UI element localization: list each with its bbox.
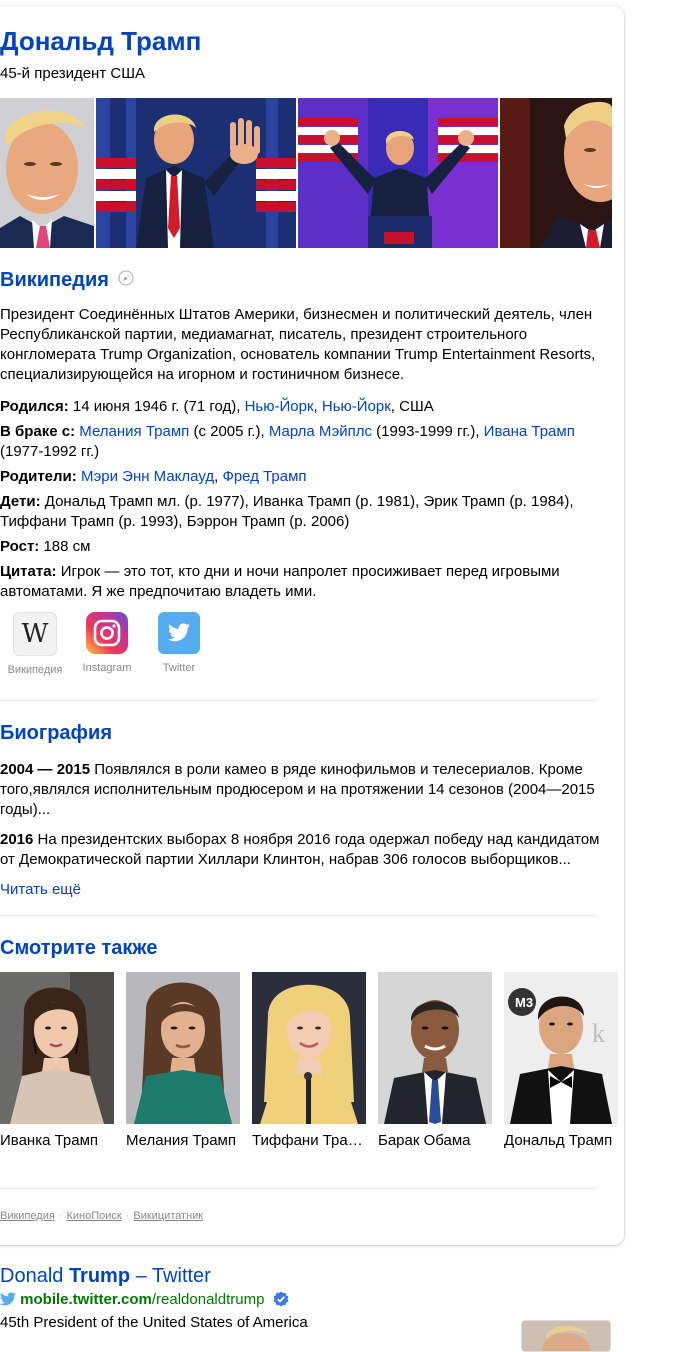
source-link[interactable]: Википедия: [0, 1210, 55, 1222]
social-label: Википедия: [7, 664, 63, 676]
svg-text:k: k: [592, 1019, 605, 1048]
fact-text: 188 см: [39, 538, 91, 555]
fact-label: В браке с:: [0, 423, 76, 440]
wikipedia-icon[interactable]: W: [13, 612, 57, 656]
result-title-text[interactable]: Donald: [0, 1265, 69, 1287]
wikipedia-heading[interactable]: Википедия: [0, 269, 134, 292]
biography-year: 2016: [0, 831, 34, 848]
gallery-photo-waving[interactable]: [96, 98, 296, 248]
result-title-highlight[interactable]: Trump: [69, 1265, 130, 1287]
result-title-text[interactable]: – Twitter: [130, 1265, 211, 1287]
wiki-description: Президент Соединённых Штатов Америки, би…: [0, 306, 596, 383]
link-fred-trump[interactable]: Фред Трамп: [222, 468, 306, 485]
person-name[interactable]: Дональд Трамп: [504, 1132, 618, 1149]
divider: [0, 915, 597, 916]
social-instagram[interactable]: Instagram: [71, 612, 143, 674]
biography-item: 2016 На президентских выборах 8 ноября 2…: [0, 830, 608, 870]
divider: [0, 700, 597, 701]
sources: Википедия · КиноПоиск · Викицитатник: [0, 1210, 203, 1222]
twitter-bird-icon: [0, 1292, 17, 1310]
see-also-heading: Смотрите также: [0, 937, 158, 959]
fact-label: Родители:: [0, 468, 77, 485]
result-title[interactable]: Donald Trump – Twitter: [0, 1265, 211, 1288]
biography-year: 2004 — 2015: [0, 761, 91, 778]
twitter-icon[interactable]: [158, 612, 200, 654]
photo-gallery[interactable]: [0, 98, 612, 248]
wikipedia-heading-label[interactable]: Википедия: [0, 269, 109, 291]
biography-text: Появлялся в роли камео в ряде кинофильмо…: [0, 761, 595, 818]
person-name[interactable]: Иванка Трамп: [0, 1132, 114, 1149]
result-thumbnail[interactable]: [521, 1320, 611, 1352]
fact-spouse: В браке с: Мелания Трамп (с 2005 г.), Ма…: [0, 422, 608, 462]
biography-item: 2004 — 2015 Появлялся в роли камео в ряд…: [0, 760, 608, 820]
link-marla-maples[interactable]: Марла Мэйплс: [269, 423, 372, 440]
person-photo[interactable]: M3 k: [504, 972, 618, 1124]
gallery-photo-closeup[interactable]: [500, 98, 612, 248]
link-new-york-state[interactable]: Нью-Йорк: [322, 398, 391, 415]
fact-parents: Родители: Мэри Энн Маклауд, Фред Трамп: [0, 467, 608, 487]
result-description: 45th President of the United States of A…: [0, 1314, 308, 1331]
fact-text: (с 2005 г.),: [189, 423, 269, 440]
see-also-person[interactable]: Иванка Трамп: [0, 972, 114, 1149]
fact-label: Родился:: [0, 398, 69, 415]
fact-text: Дональд Трамп мл. (р. 1977), Иванка Трам…: [0, 493, 574, 530]
person-photo[interactable]: [126, 972, 240, 1124]
result-path[interactable]: /realdonaldtrump: [152, 1291, 265, 1308]
link-melania-trump[interactable]: Мелания Трамп: [79, 423, 189, 440]
link-mary-anne-macleod[interactable]: Мэри Энн Маклауд: [81, 468, 214, 485]
fact-children: Дети: Дональд Трамп мл. (р. 1977), Иванк…: [0, 492, 608, 532]
person-name[interactable]: Барак Обама: [378, 1132, 492, 1149]
result-url[interactable]: mobile.twitter.com/realdonaldtrump: [0, 1291, 289, 1311]
biography-text: На президентских выборах 8 ноября 2016 г…: [0, 831, 600, 868]
see-also-person[interactable]: Мелания Трамп: [126, 972, 240, 1149]
instagram-icon[interactable]: [86, 612, 128, 654]
biography-heading[interactable]: Биография: [0, 722, 112, 745]
social-twitter[interactable]: Twitter: [143, 612, 215, 674]
separator-dot: ·: [125, 1210, 130, 1222]
entity-subtitle: 45-й президент США: [0, 65, 145, 82]
social-label: Instagram: [82, 662, 132, 674]
source-link[interactable]: Викицитатник: [133, 1210, 203, 1222]
entity-title[interactable]: Дональд Трамп: [0, 26, 201, 57]
result-domain[interactable]: mobile.twitter.com: [20, 1291, 152, 1308]
gallery-photo-portrait[interactable]: [0, 98, 94, 248]
link-new-york-city[interactable]: Нью-Йорк: [245, 398, 314, 415]
fact-label: Дети:: [0, 493, 41, 510]
person-photo[interactable]: [0, 972, 114, 1124]
fact-text: Игрок — это тот, кто дни и ночи напролет…: [0, 563, 560, 600]
fact-quote: Цитата: Игрок — это тот, кто дни и ночи …: [0, 562, 608, 602]
wikipedia-glyph: W: [21, 619, 49, 649]
see-also-person[interactable]: Тиффани Трамп: [252, 972, 366, 1149]
social-wikipedia[interactable]: W Википедия: [0, 612, 71, 676]
social-label: Twitter: [162, 662, 196, 674]
link-ivana-trump[interactable]: Ивана Трамп: [484, 423, 575, 440]
fact-text: 14 июня 1946 г. (71 год),: [68, 398, 245, 415]
divider: [0, 1188, 597, 1189]
fact-height: Рост: 188 см: [0, 537, 608, 557]
gallery-photo-podium[interactable]: [298, 98, 498, 248]
read-more-link[interactable]: Читать ещё: [0, 880, 81, 900]
person-photo[interactable]: [252, 972, 366, 1124]
person-name[interactable]: Тиффани Трамп: [252, 1132, 366, 1149]
person-name[interactable]: Мелания Трамп: [126, 1132, 240, 1149]
rocket-icon[interactable]: [118, 269, 134, 292]
fact-label: Цитата:: [0, 563, 57, 580]
svg-text:M3: M3: [515, 995, 533, 1010]
person-photo[interactable]: [378, 972, 492, 1124]
separator-dot: ·: [58, 1210, 63, 1222]
fact-separator: ,: [313, 398, 322, 415]
see-also-person[interactable]: M3 k Дональд Трамп: [504, 972, 618, 1149]
fact-label: Рост:: [0, 538, 40, 555]
source-link[interactable]: КиноПоиск: [66, 1210, 121, 1222]
fact-text: (1993-1999 гг.),: [371, 423, 484, 440]
fact-text: , США: [390, 398, 434, 415]
fact-text: (1977-1992 гг.): [0, 443, 100, 460]
knowledge-card: Дональд Трамп 45-й президент США Википед…: [0, 6, 624, 1245]
see-also-person[interactable]: Барак Обама: [378, 972, 492, 1149]
fact-born: Родился: 14 июня 1946 г. (71 год), Нью-Й…: [0, 397, 608, 417]
verified-badge-icon: [273, 1291, 289, 1311]
